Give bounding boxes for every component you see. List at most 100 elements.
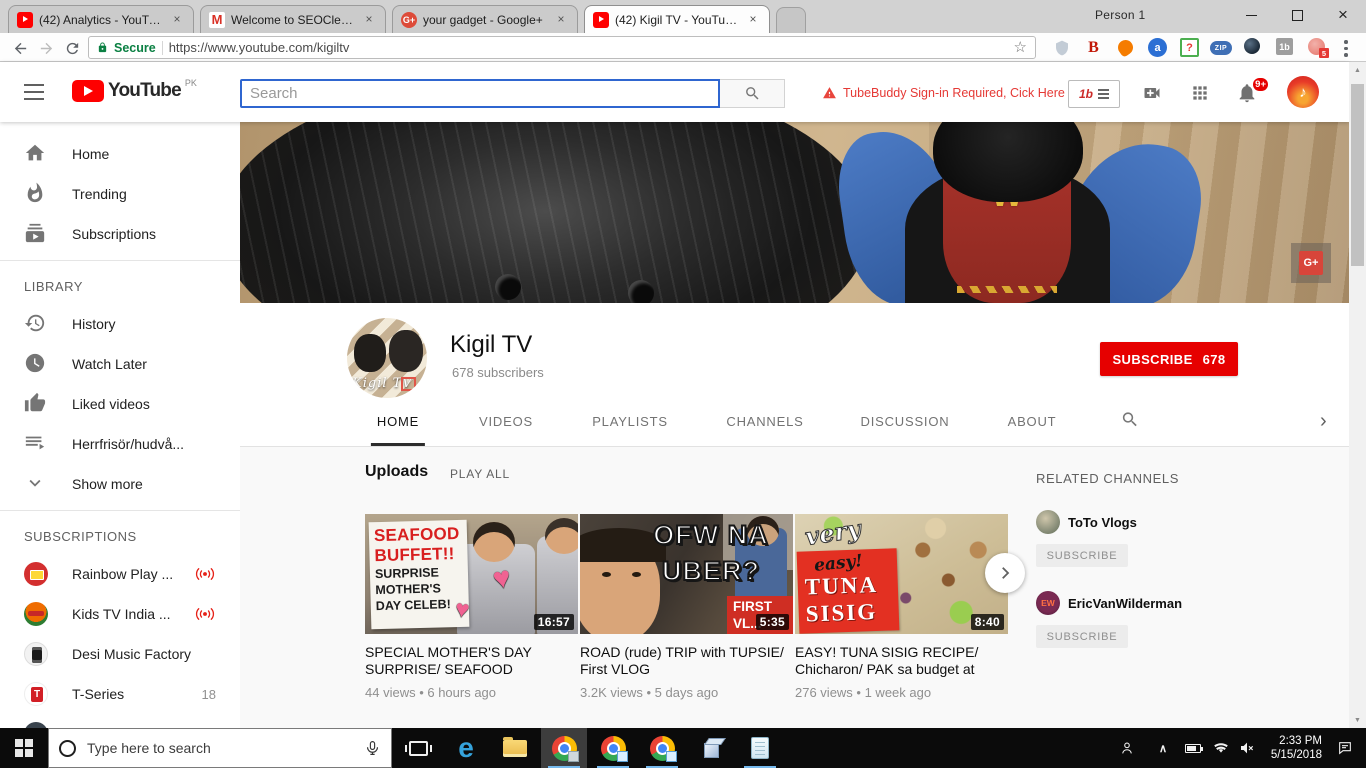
tab-videos[interactable]: VIDEOS bbox=[479, 414, 533, 429]
notifications-bell-icon[interactable]: 9+ bbox=[1236, 82, 1260, 104]
extension-zip-icon[interactable]: ZIP bbox=[1210, 41, 1232, 55]
window-close-button[interactable] bbox=[1320, 0, 1366, 30]
sidebar-sub-partial[interactable] bbox=[0, 714, 240, 728]
action-center-icon[interactable] bbox=[1330, 728, 1360, 768]
sidebar-sub-desi-music-factory[interactable]: Desi Music Factory bbox=[0, 634, 240, 674]
video-title[interactable]: SPECIAL MOTHER'S DAY SURPRISE/ SEAFOOD bbox=[365, 644, 570, 678]
tab-about[interactable]: ABOUT bbox=[1008, 414, 1057, 429]
browser-tab-seoclerks[interactable]: Welcome to SEOClerks - × bbox=[200, 5, 386, 33]
sidebar-item-show-more[interactable]: Show more bbox=[0, 464, 240, 504]
address-bar[interactable]: Secure https://www.youtube.com/kigiltv bbox=[88, 36, 1036, 59]
taskbar-chrome-active[interactable] bbox=[541, 728, 587, 768]
search-button[interactable] bbox=[720, 79, 785, 108]
window-maximize-button[interactable] bbox=[1274, 0, 1320, 30]
extension-seo-icon[interactable]: 5 bbox=[1308, 38, 1325, 55]
tab-home[interactable]: HOME bbox=[377, 414, 419, 429]
google-plus-link[interactable]: G+ bbox=[1291, 243, 1331, 283]
apps-grid-icon[interactable] bbox=[1188, 83, 1212, 103]
browser-profile-name[interactable]: Person 1 bbox=[1095, 8, 1145, 22]
related-channel-avatar[interactable] bbox=[1036, 510, 1060, 534]
video-thumbnail[interactable]: SEAFOOD BUFFET!! SURPRISE MOTHER'S DAY C… bbox=[365, 514, 578, 634]
tubebuddy-signin-warning[interactable]: TubeBuddy Sign-in Required, Cick Here bbox=[822, 86, 1065, 100]
related-channel-avatar[interactable]: EW bbox=[1036, 591, 1060, 615]
channel-search-icon[interactable] bbox=[1121, 410, 1140, 429]
tab-close-icon[interactable]: × bbox=[553, 12, 569, 28]
sidebar-item-watch-later[interactable]: Watch Later bbox=[0, 344, 240, 384]
tab-discussion[interactable]: DISCUSSION bbox=[861, 414, 950, 429]
sidebar-item-liked-videos[interactable]: Liked videos bbox=[0, 384, 240, 424]
extension-swirl-icon[interactable] bbox=[1244, 38, 1260, 54]
browser-tab-googleplus[interactable]: your gadget - Google+ × bbox=[392, 5, 578, 33]
page-scrollbar[interactable] bbox=[1349, 62, 1366, 728]
microphone-icon[interactable] bbox=[364, 738, 381, 758]
tray-chevron-up-icon[interactable] bbox=[1150, 728, 1176, 768]
menu-hamburger-icon[interactable] bbox=[24, 84, 44, 100]
related-channel-name[interactable]: EricVanWilderman bbox=[1068, 596, 1182, 611]
tray-wifi-icon[interactable] bbox=[1208, 728, 1234, 768]
tray-people-icon[interactable] bbox=[1112, 728, 1142, 768]
tab-close-icon[interactable]: × bbox=[361, 12, 377, 28]
forward-button[interactable] bbox=[34, 36, 58, 60]
taskbar-search[interactable] bbox=[48, 728, 392, 768]
bookmark-star-icon[interactable] bbox=[1014, 40, 1027, 55]
related-subscribe-button[interactable]: SUBSCRIBE bbox=[1036, 625, 1128, 648]
sidebar-item-subscriptions[interactable]: Subscriptions bbox=[0, 214, 240, 254]
extension-shield-icon[interactable] bbox=[1052, 38, 1071, 57]
tray-battery-icon[interactable] bbox=[1180, 728, 1206, 768]
extension-question-icon[interactable]: ? bbox=[1180, 38, 1199, 57]
tubebuddy-button[interactable]: 1b bbox=[1068, 80, 1120, 108]
tab-playlists[interactable]: PLAYLISTS bbox=[592, 414, 668, 429]
sidebar-item-trending[interactable]: Trending bbox=[0, 174, 240, 214]
extension-tubebuddy-icon[interactable]: 1b bbox=[1276, 38, 1293, 55]
taskbar-app-cube[interactable] bbox=[688, 728, 734, 768]
play-all-link[interactable]: PLAY ALL bbox=[450, 467, 510, 481]
youtube-logo[interactable]: YouTube PK bbox=[72, 80, 197, 102]
carousel-next-button[interactable] bbox=[985, 553, 1025, 593]
taskbar-search-input[interactable] bbox=[85, 739, 355, 757]
back-button[interactable] bbox=[8, 36, 32, 60]
sidebar-sub-t-series[interactable]: T-Series 18 bbox=[0, 674, 240, 714]
start-button[interactable] bbox=[0, 728, 48, 768]
taskbar-clock[interactable]: 2:33 PM 5/15/2018 bbox=[1258, 728, 1322, 768]
video-title[interactable]: ROAD (rude) TRIP with TUPSIE/ First VLOG bbox=[580, 644, 785, 678]
url-text[interactable]: https://www.youtube.com/kigiltv bbox=[169, 40, 1008, 55]
upload-video-icon[interactable] bbox=[1140, 83, 1164, 103]
sidebar-item-history[interactable]: History bbox=[0, 304, 240, 344]
scrollbar-thumb[interactable] bbox=[1351, 84, 1364, 266]
video-thumbnail[interactable]: easy! TUNA SISIG very 8:40 bbox=[795, 514, 1008, 634]
related-subscribe-button[interactable]: SUBSCRIBE bbox=[1036, 544, 1128, 567]
subscribe-button[interactable]: SUBSCRIBE 678 bbox=[1100, 342, 1238, 376]
scroll-down-arrow[interactable] bbox=[1349, 712, 1366, 728]
window-minimize-button[interactable] bbox=[1228, 0, 1274, 30]
scroll-up-arrow[interactable] bbox=[1349, 62, 1366, 78]
extension-a-icon[interactable]: a bbox=[1148, 38, 1167, 57]
browser-menu-icon[interactable] bbox=[1344, 40, 1348, 57]
taskbar-file-explorer[interactable] bbox=[492, 728, 538, 768]
search-input[interactable] bbox=[240, 79, 720, 108]
account-avatar[interactable] bbox=[1287, 76, 1319, 108]
sidebar-sub-rainbow-play[interactable]: Rainbow Play ... bbox=[0, 554, 240, 594]
extension-b-icon[interactable]: B bbox=[1084, 38, 1103, 57]
related-channel-name[interactable]: ToTo Vlogs bbox=[1068, 515, 1137, 530]
extension-orange-icon[interactable] bbox=[1115, 37, 1136, 58]
new-tab-button[interactable] bbox=[776, 7, 806, 33]
task-view-button[interactable] bbox=[396, 728, 440, 768]
tab-close-icon[interactable]: × bbox=[745, 12, 761, 28]
sidebar-item-home[interactable]: Home bbox=[0, 134, 240, 174]
reload-button[interactable] bbox=[60, 36, 84, 60]
channel-avatar[interactable]: Kigil TV bbox=[347, 318, 427, 398]
tab-channels[interactable]: CHANNELS bbox=[726, 414, 803, 429]
taskbar-chrome-3[interactable] bbox=[639, 728, 685, 768]
sidebar-item-playlist[interactable]: Herrfrisör/hudvå... bbox=[0, 424, 240, 464]
tab-close-icon[interactable]: × bbox=[169, 12, 185, 28]
video-title[interactable]: EASY! TUNA SISIG RECIPE/ Chicharon/ PAK … bbox=[795, 644, 1000, 678]
taskbar-notepad[interactable] bbox=[737, 728, 783, 768]
sidebar-sub-kids-tv-india[interactable]: Kids TV India ... bbox=[0, 594, 240, 634]
taskbar-edge[interactable] bbox=[443, 728, 489, 768]
video-thumbnail[interactable]: OFW NA UBER? FIRST VL... 5:35 bbox=[580, 514, 793, 634]
browser-tab-kigiltv-active[interactable]: (42) Kigil TV - YouTube - × bbox=[584, 5, 770, 33]
tray-volume-muted-icon[interactable] bbox=[1234, 728, 1260, 768]
tabs-overflow-chevron-icon[interactable] bbox=[1320, 410, 1327, 433]
browser-tab-analytics[interactable]: (42) Analytics - YouTube × bbox=[8, 5, 194, 33]
taskbar-chrome-2[interactable] bbox=[590, 728, 636, 768]
